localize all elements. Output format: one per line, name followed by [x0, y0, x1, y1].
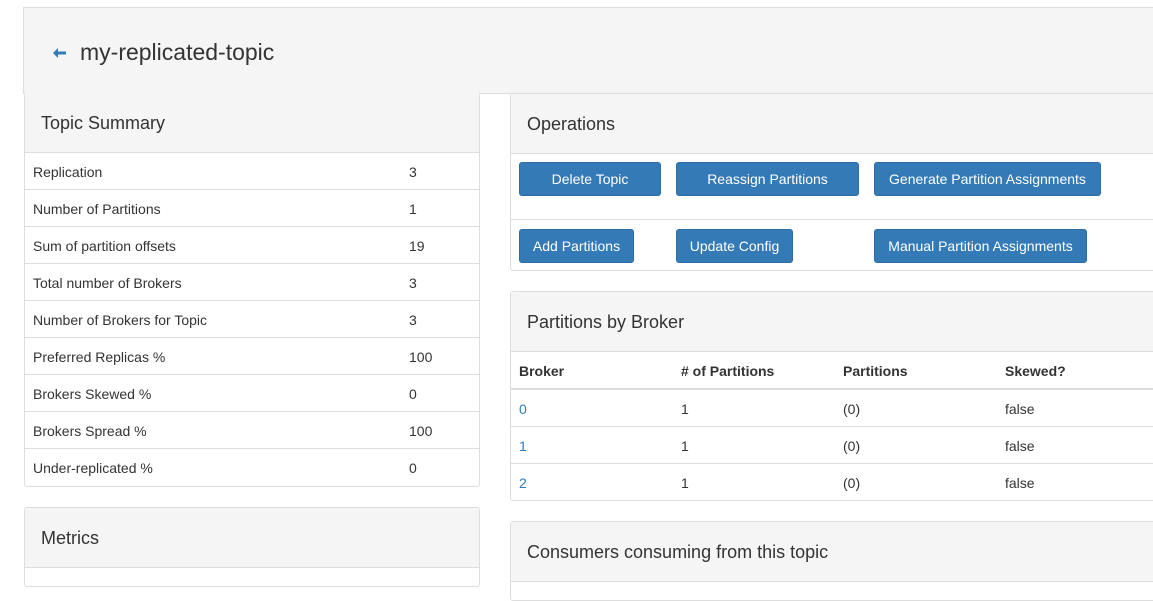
metrics-panel: Metrics — [24, 507, 480, 587]
operations-row-2: Add Partitions Update Config Manual Part… — [511, 220, 1153, 271]
table-row: 0 1 (0) false — [511, 390, 1153, 427]
summary-value: 3 — [409, 275, 417, 291]
table-row: Preferred Replicas % 100 — [25, 338, 479, 375]
table-row: Brokers Spread % 100 — [25, 412, 479, 449]
partition-count: 1 — [681, 438, 689, 454]
page-title: my-replicated-topic — [80, 39, 275, 65]
summary-label: Brokers Spread % — [33, 423, 147, 439]
summary-table: Replication 3 Number of Partitions 1 Sum… — [25, 153, 479, 486]
skewed-value: false — [1005, 401, 1035, 417]
partition-count: 1 — [681, 401, 689, 417]
table-row: Replication 3 — [25, 153, 479, 190]
arrow-left-icon[interactable] — [53, 48, 67, 58]
column-header-skewed: Skewed? — [1005, 363, 1066, 379]
table-row: 2 1 (0) false — [511, 464, 1153, 501]
summary-value: 3 — [409, 164, 417, 180]
broker-link[interactable]: 2 — [519, 475, 527, 491]
operations-row-1: Delete Topic Reassign Partitions Generat… — [511, 154, 1153, 220]
partition-list: (0) — [843, 401, 861, 417]
generate-partition-assignments-button[interactable]: Generate Partition Assignments — [874, 162, 1101, 196]
summary-value: 100 — [409, 423, 433, 439]
table-row: Total number of Brokers 3 — [25, 264, 479, 301]
page-header: my-replicated-topic — [23, 7, 1153, 94]
summary-label: Sum of partition offsets — [33, 238, 176, 254]
summary-label: Total number of Brokers — [33, 275, 182, 291]
operations-heading: Operations — [511, 94, 1153, 154]
summary-label: Preferred Replicas % — [33, 349, 166, 365]
summary-label: Number of Brokers for Topic — [33, 312, 208, 328]
skewed-value: false — [1005, 475, 1035, 491]
summary-label: Replication — [33, 164, 103, 180]
update-config-button[interactable]: Update Config — [676, 229, 793, 263]
topic-summary-heading: Topic Summary — [25, 93, 479, 153]
table-row: Number of Partitions 1 — [25, 190, 479, 227]
summary-label: Under-replicated % — [33, 460, 153, 476]
metrics-heading: Metrics — [25, 508, 479, 568]
broker-link[interactable]: 1 — [519, 438, 527, 454]
table-row: Number of Brokers for Topic 3 — [25, 301, 479, 338]
reassign-partitions-button[interactable]: Reassign Partitions — [676, 162, 859, 196]
column-header-partitions: Partitions — [843, 363, 908, 379]
summary-label: Number of Partitions — [33, 201, 161, 217]
summary-label: Brokers Skewed % — [33, 386, 152, 402]
table-row: Brokers Skewed % 0 — [25, 375, 479, 412]
summary-value: 3 — [409, 312, 417, 328]
summary-value: 0 — [409, 460, 417, 476]
consumers-panel: Consumers consuming from this topic — [510, 521, 1153, 601]
delete-topic-button[interactable]: Delete Topic — [519, 162, 661, 196]
topic-summary-panel: Topic Summary Replication 3 Number of Pa… — [24, 93, 480, 487]
summary-value: 0 — [409, 386, 417, 402]
manual-partition-assignments-button[interactable]: Manual Partition Assignments — [874, 229, 1087, 263]
partitions-by-broker-panel: Partitions by Broker Broker # of Partiti… — [510, 291, 1153, 501]
broker-link[interactable]: 0 — [519, 401, 527, 417]
partitions-by-broker-heading: Partitions by Broker — [511, 292, 1153, 352]
column-header-broker: Broker — [519, 363, 565, 379]
partition-list: (0) — [843, 475, 861, 491]
add-partitions-button[interactable]: Add Partitions — [519, 229, 634, 263]
column-header-count: # of Partitions — [681, 363, 775, 379]
table-row: 1 1 (0) false — [511, 427, 1153, 464]
table-header: Broker # of Partitions Partitions Skewed… — [511, 352, 1153, 390]
table-row: Sum of partition offsets 19 — [25, 227, 479, 264]
summary-value: 19 — [409, 238, 425, 254]
summary-value: 100 — [409, 349, 433, 365]
partition-list: (0) — [843, 438, 861, 454]
consumers-heading: Consumers consuming from this topic — [511, 522, 1153, 582]
partition-count: 1 — [681, 475, 689, 491]
table-row: Under-replicated % 0 — [25, 449, 479, 486]
operations-panel: Operations Delete Topic Reassign Partiti… — [510, 93, 1153, 271]
skewed-value: false — [1005, 438, 1035, 454]
summary-value: 1 — [409, 201, 417, 217]
